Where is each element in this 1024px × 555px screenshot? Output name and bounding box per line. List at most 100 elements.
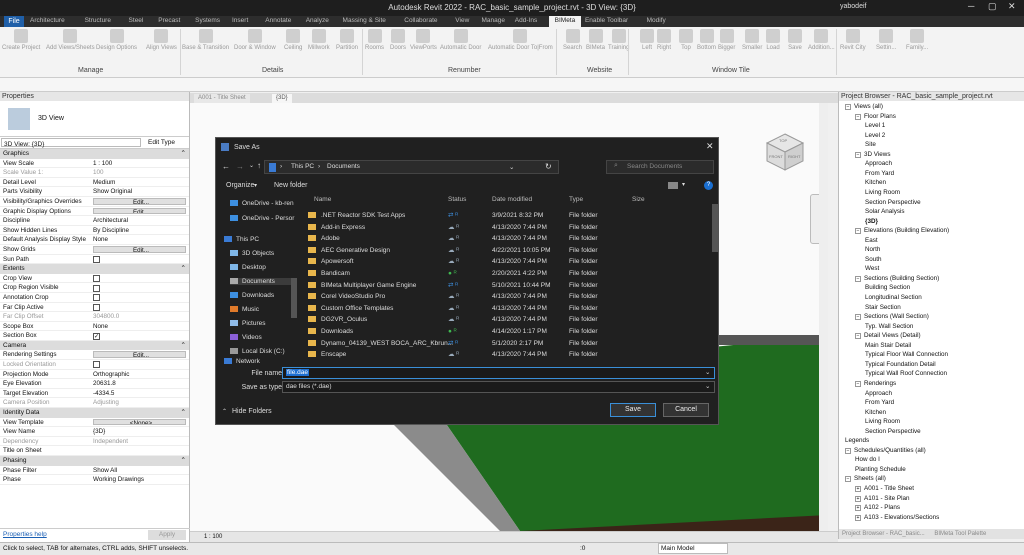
browser-item[interactable]: − Sheets (all) bbox=[845, 475, 886, 483]
ribbon-button-0[interactable]: Create Project bbox=[2, 29, 40, 52]
property-edit-button[interactable]: <None> bbox=[93, 418, 186, 426]
expand-toggle-icon[interactable]: − bbox=[855, 333, 861, 340]
up-icon[interactable]: ↑ bbox=[257, 161, 261, 170]
browser-item[interactable]: Level 2 bbox=[865, 132, 885, 140]
ribbon-tab-annotate[interactable]: Annotate bbox=[265, 17, 291, 24]
apply-button[interactable]: Apply bbox=[148, 530, 186, 540]
new-folder-button[interactable]: New folder bbox=[274, 182, 307, 189]
browser-item[interactable]: From Yard bbox=[865, 170, 894, 178]
ribbon-tab-structure[interactable]: Structure bbox=[85, 17, 111, 24]
browser-item[interactable]: −3D Views bbox=[855, 151, 890, 159]
type-selector[interactable]: 3D View bbox=[0, 101, 189, 137]
file-row[interactable]: DG2VR_Oculus ☁ ᴿ 4/13/2020 7:44 PM File fol… bbox=[304, 314, 704, 326]
browser-item[interactable]: Level 1 bbox=[865, 122, 885, 130]
column-header-status[interactable]: Status bbox=[448, 196, 466, 203]
property-checkbox[interactable] bbox=[93, 284, 100, 292]
browser-item[interactable]: + A101 - Site Plan bbox=[855, 495, 910, 503]
browser-item[interactable]: + A001 - Title Sheet bbox=[855, 485, 914, 493]
file-row[interactable]: Adobe ☁ ᴿ 4/13/2020 7:44 PM File folder bbox=[304, 233, 704, 245]
property-group[interactable]: Camera ⌃ bbox=[0, 340, 189, 351]
view-selector[interactable]: 3D View: {3D} bbox=[1, 138, 141, 148]
ribbon-tab-systems[interactable]: Systems bbox=[195, 17, 220, 24]
browser-item[interactable]: Kitchen bbox=[865, 179, 886, 187]
expand-toggle-icon[interactable]: − bbox=[855, 380, 861, 387]
breadcrumb-this-pc[interactable]: This PC bbox=[291, 163, 314, 170]
browser-item[interactable]: Kitchen bbox=[865, 409, 886, 417]
browser-item[interactable]: − Renderings bbox=[855, 380, 896, 388]
nav-item-onedrive-persor[interactable]: OneDrive - Persor bbox=[230, 215, 294, 222]
browser-item[interactable]: − Sections (Wall Section) bbox=[855, 313, 929, 321]
file-name-input[interactable]: file.dae ⌄ bbox=[282, 367, 715, 379]
ribbon-button-1[interactable]: Add Views/Sheets bbox=[46, 29, 95, 52]
ribbon-button-19[interactable]: Top bbox=[679, 29, 693, 52]
browser-item[interactable]: Longitudinal Section bbox=[865, 294, 922, 302]
ribbon-tab-bimeta[interactable]: BIMeta bbox=[548, 16, 582, 27]
browser-item[interactable]: + A103 - Elevations/Sections bbox=[855, 514, 939, 522]
ribbon-tab-add-ins[interactable]: Add-Ins bbox=[515, 17, 537, 24]
ribbon-button-12[interactable]: Automatic Door bbox=[440, 29, 481, 52]
save-type-select[interactable]: dae files (*.dae) ⌄ bbox=[282, 381, 715, 393]
property-checkbox[interactable] bbox=[93, 361, 100, 369]
ribbon-tab-manage[interactable]: Manage bbox=[482, 17, 506, 24]
expand-toggle-icon[interactable]: − bbox=[855, 151, 861, 158]
ribbon-tab-analyze[interactable]: Analyze bbox=[306, 17, 329, 24]
browser-item[interactable]: − Elevations (Building Elevation) bbox=[855, 227, 949, 235]
browser-item[interactable]: Legends bbox=[845, 437, 869, 445]
property-group[interactable]: Phasing ⌃ bbox=[0, 456, 189, 466]
browser-item[interactable]: Section Perspective bbox=[865, 199, 921, 207]
hide-folders-chevron-icon[interactable]: ⌃ bbox=[222, 408, 227, 415]
ribbon-button-7[interactable]: Millwork bbox=[308, 29, 330, 52]
tab-project-browser[interactable]: Project Browser - RAC_basic... bbox=[842, 531, 925, 537]
address-dropdown-icon[interactable]: ⌄ bbox=[509, 163, 514, 171]
expand-toggle-icon[interactable]: − bbox=[855, 314, 861, 321]
column-header-type[interactable]: Type bbox=[569, 196, 583, 203]
viewcube[interactable]: TOP FRONT RIGHT bbox=[763, 130, 807, 174]
recent-icon[interactable]: ⌄ bbox=[249, 162, 254, 169]
ribbon-button-15[interactable]: BIMeta bbox=[586, 29, 605, 52]
maximize-icon[interactable]: ▢ bbox=[988, 1, 997, 12]
browser-item[interactable]: Typical Floor Wall Connection bbox=[865, 351, 948, 359]
active-model[interactable]: Main Model bbox=[658, 543, 728, 554]
file-row[interactable]: Add-in Express ☁ ᴿ 4/13/2020 7:44 PM File f… bbox=[304, 222, 704, 234]
browser-item[interactable]: Planting Schedule bbox=[855, 466, 906, 474]
collapse-icon[interactable]: ⌃ bbox=[181, 341, 186, 351]
property-edit-button[interactable]: Edit... bbox=[93, 207, 186, 215]
column-header-date-modified[interactable]: Date modified bbox=[492, 196, 532, 203]
browser-item[interactable]: − Views (all) bbox=[845, 103, 883, 111]
ribbon-button-5[interactable]: Door & Window bbox=[234, 29, 276, 52]
ribbon-button-6[interactable]: Ceiling bbox=[284, 29, 302, 52]
ribbon-button-8[interactable]: Partition bbox=[336, 29, 358, 52]
organize-button[interactable]: Organize bbox=[226, 182, 254, 189]
ribbon-button-26[interactable]: Revit City bbox=[840, 29, 866, 52]
collapse-icon[interactable]: ⌃ bbox=[181, 149, 186, 159]
browser-item[interactable]: Typ. Wall Section bbox=[865, 323, 913, 331]
property-group[interactable]: Extents ⌃ bbox=[0, 264, 189, 274]
nav-item-downloads[interactable]: Downloads bbox=[230, 292, 274, 299]
property-value[interactable] bbox=[90, 303, 189, 312]
ribbon-button-22[interactable]: Smaller bbox=[742, 29, 762, 52]
expand-toggle-icon[interactable]: − bbox=[855, 275, 861, 282]
viewcube-front[interactable]: FRONT bbox=[769, 154, 783, 159]
browser-item[interactable]: South bbox=[865, 256, 881, 264]
browser-item[interactable]: How do I bbox=[855, 456, 880, 464]
browser-item[interactable]: From Yard bbox=[865, 399, 894, 407]
nav-scrollbar[interactable] bbox=[291, 278, 297, 318]
ribbon-button-14[interactable]: Search bbox=[563, 29, 582, 52]
ribbon-tab-modify[interactable]: Modify bbox=[647, 17, 666, 24]
ribbon-tab-architecture[interactable]: Architecture bbox=[30, 17, 65, 24]
viewcube-top[interactable]: TOP bbox=[779, 138, 787, 143]
help-icon[interactable]: ? bbox=[704, 181, 713, 190]
ribbon-button-27[interactable]: Settin... bbox=[876, 29, 896, 52]
ribbon-button-25[interactable]: Addition... bbox=[808, 29, 835, 52]
ribbon-button-9[interactable]: Rooms bbox=[365, 29, 384, 52]
ribbon-button-28[interactable]: Family... bbox=[906, 29, 928, 52]
ribbon-button-13[interactable]: Automatic Door To|From bbox=[488, 29, 553, 52]
property-value[interactable] bbox=[90, 360, 189, 369]
browser-item[interactable]: Living Room bbox=[865, 189, 900, 197]
ribbon-tab-insert[interactable]: Insert bbox=[232, 17, 248, 24]
forward-icon[interactable]: → bbox=[236, 162, 244, 171]
ribbon-button-16[interactable]: Training bbox=[608, 29, 629, 52]
viewport-scrollbar[interactable] bbox=[819, 103, 828, 531]
ribbon-button-4[interactable]: Base & Transition bbox=[182, 29, 229, 52]
view-options-icon[interactable] bbox=[668, 182, 678, 189]
